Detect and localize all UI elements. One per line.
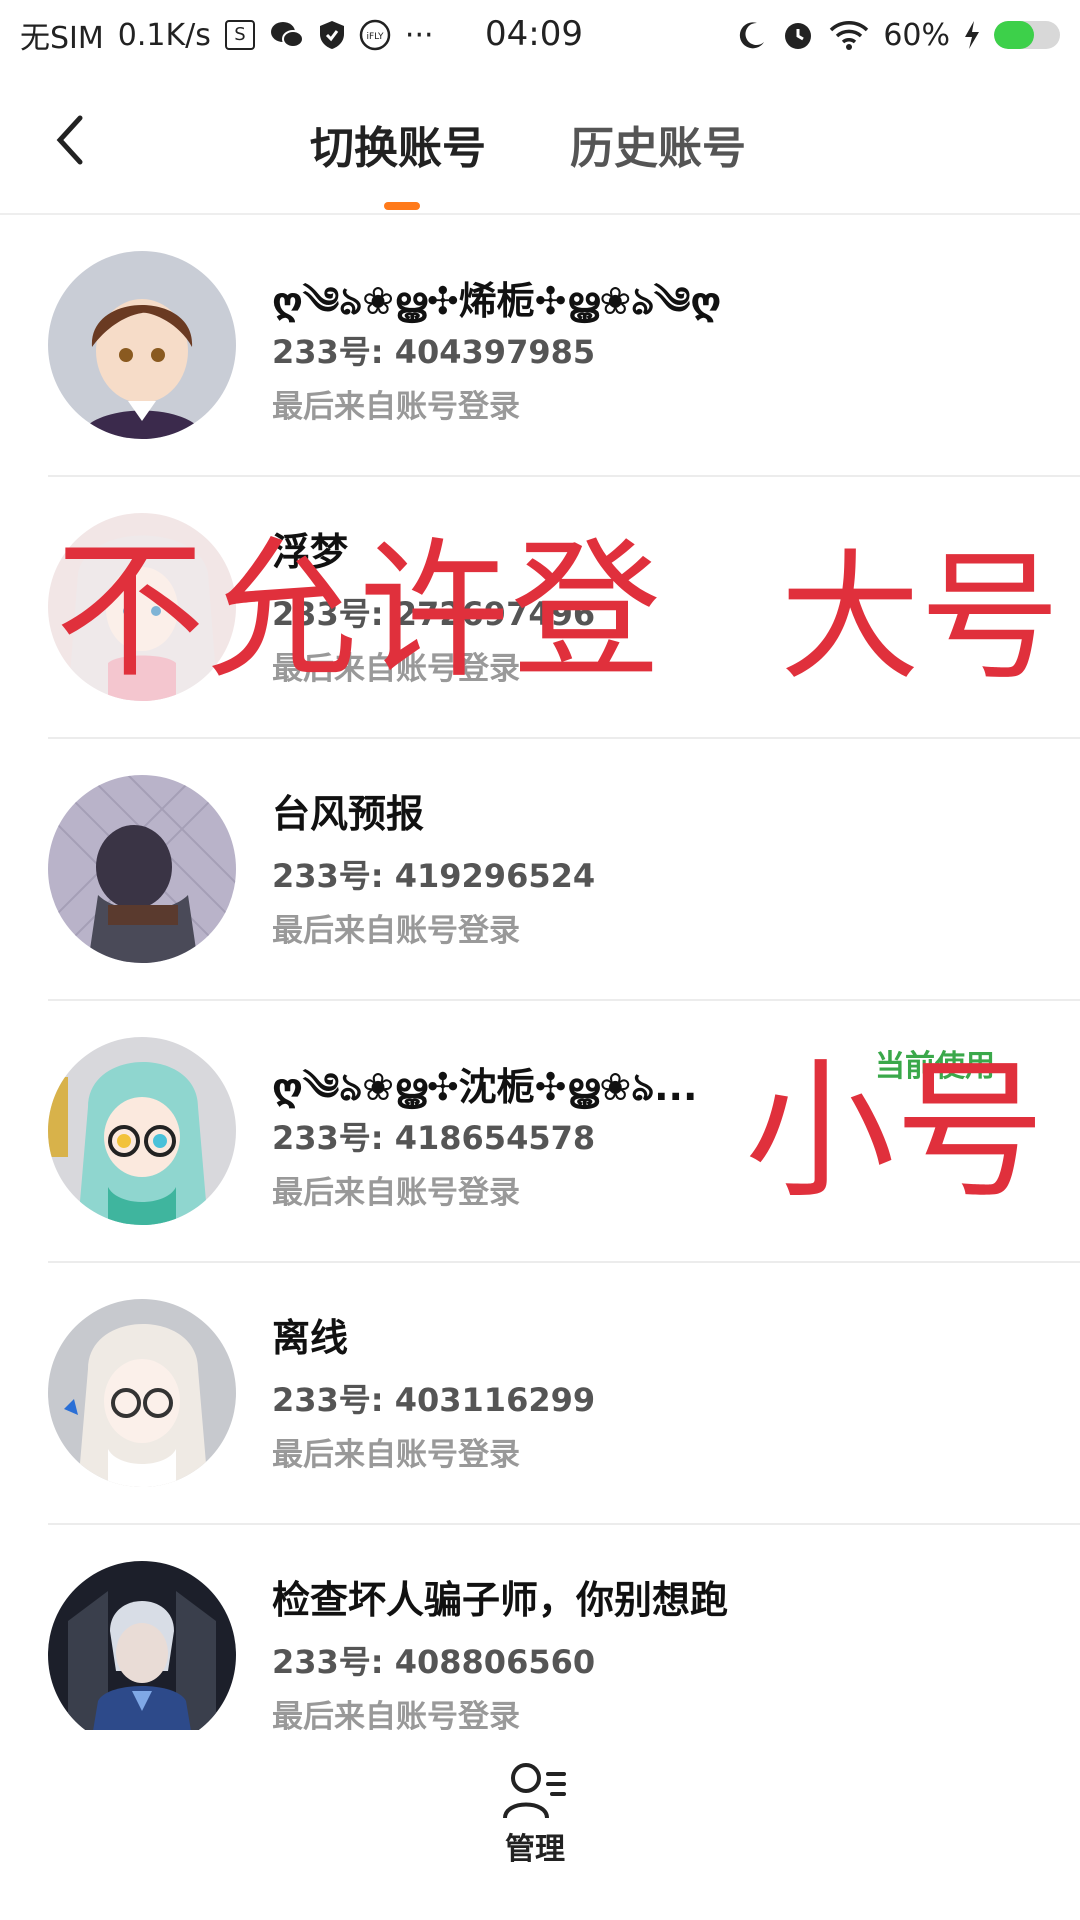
- account-id: 233号: 404397985: [272, 333, 596, 371]
- status-left: 无SIM 0.1K/s S iFLY ···: [20, 13, 434, 57]
- account-login-source: 最后来自账号登录: [272, 1437, 520, 1473]
- s-box-icon: S: [224, 20, 255, 50]
- wechat-icon: [270, 22, 304, 48]
- battery-percent: 60%: [883, 17, 950, 53]
- account-login-source: 最后来自账号登录: [272, 651, 520, 687]
- account-name: 浮梦: [272, 530, 349, 574]
- account-list: ღ༄ঌ❀ൠ✣烯栀✣ൠ❀ঌ༄ღ 233号: 404397985 最后来自账号登录 …: [0, 215, 1080, 1787]
- status-bar: 无SIM 0.1K/s S iFLY ··· 04:09 60%: [0, 0, 1080, 70]
- moon-icon: [740, 22, 765, 49]
- account-id: 233号: 418654578: [272, 1119, 596, 1157]
- header: 切换账号 历史账号: [0, 70, 1080, 215]
- manage-button[interactable]: 管理: [490, 1760, 580, 1880]
- alarm-icon: [785, 23, 812, 49]
- tab-indicator: [384, 202, 420, 210]
- avatar: [48, 513, 236, 701]
- current-account-badge: 当前使用: [875, 1049, 995, 1084]
- account-name: 离线: [272, 1316, 349, 1360]
- account-item[interactable]: 浮梦 233号: 272697496 最后来自账号登录: [0, 477, 1080, 739]
- account-login-source: 最后来自账号登录: [272, 913, 520, 949]
- status-time: 04:09: [485, 14, 583, 54]
- tab-history-account[interactable]: 历史账号: [570, 112, 746, 176]
- avatar: [48, 1037, 236, 1225]
- wifi-icon: [830, 21, 869, 50]
- battery-fill: [994, 21, 1034, 49]
- shield-icon: [319, 21, 344, 49]
- account-id: 233号: 403116299: [272, 1381, 596, 1419]
- account-id: 233号: 408806560: [272, 1643, 596, 1681]
- ifly-icon: iFLY: [359, 19, 391, 51]
- battery-icon: [994, 21, 1060, 49]
- manage-label: 管理: [505, 1832, 565, 1867]
- account-item[interactable]: ღ༄ঌ❀ൠ✣沈栀✣ൠ❀ঌ... 233号: 418654578 最后来自账号登录…: [0, 1001, 1080, 1263]
- account-name: 检查坏人骗子师，你别想跑: [272, 1578, 729, 1622]
- avatar: [48, 251, 236, 439]
- svg-text:iFLY: iFLY: [366, 32, 383, 42]
- status-right: 60%: [737, 18, 1060, 53]
- carrier-text: 无SIM: [20, 21, 104, 56]
- avatar: [48, 1561, 236, 1749]
- network-speed: 0.1K/s: [117, 17, 211, 53]
- account-id: 233号: 419296524: [272, 857, 596, 895]
- charging-icon: [965, 21, 979, 49]
- account-item[interactable]: 台风预报 233号: 419296524 最后来自账号登录: [0, 739, 1080, 1001]
- back-button[interactable]: [40, 110, 100, 170]
- user-manage-icon: [503, 1763, 566, 1819]
- more-dots-icon: ···: [404, 17, 434, 53]
- tab-switch-account[interactable]: 切换账号: [310, 112, 486, 176]
- avatar: [48, 1299, 236, 1487]
- avatar: [48, 775, 236, 963]
- bottom-nav: 管理: [0, 1730, 1080, 1920]
- account-name: 台风预报: [272, 792, 425, 836]
- chevron-left-icon: [56, 115, 83, 165]
- account-login-source: 最后来自账号登录: [272, 389, 520, 425]
- account-id: 233号: 272697496: [272, 595, 596, 633]
- account-item[interactable]: 离线 233号: 403116299 最后来自账号登录: [0, 1263, 1080, 1525]
- account-item[interactable]: ღ༄ঌ❀ൠ✣烯栀✣ൠ❀ঌ༄ღ 233号: 404397985 最后来自账号登录: [0, 215, 1080, 477]
- account-login-source: 最后来自账号登录: [272, 1175, 520, 1211]
